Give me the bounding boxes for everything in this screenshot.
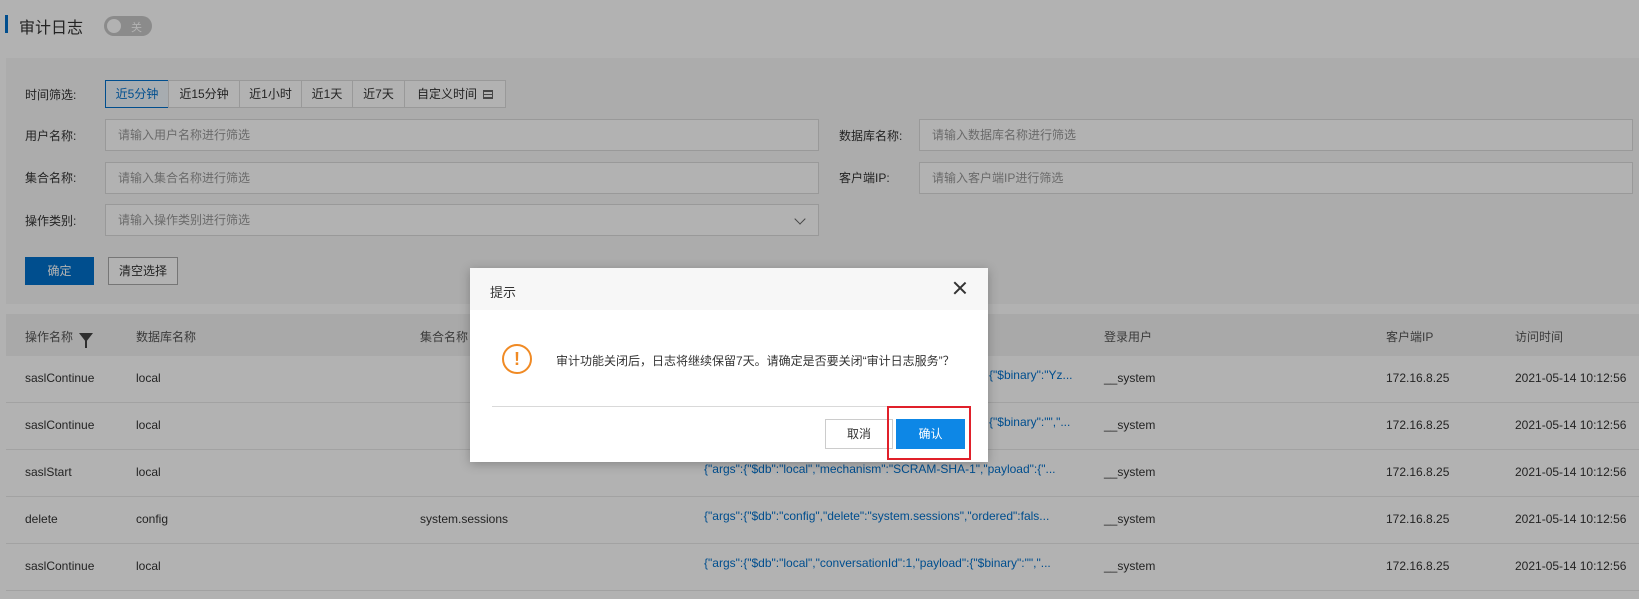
warning-icon: !: [502, 344, 532, 374]
cancel-button[interactable]: 取消: [825, 419, 893, 449]
highlight-box: [887, 406, 971, 460]
audit-log-page: 审计日志 关 时间筛选: 近5分钟 近15分钟 近1小时 近1天 近7天 自定义…: [0, 0, 1639, 599]
close-icon[interactable]: [952, 280, 968, 296]
dialog-header: 提示: [470, 268, 988, 310]
dialog-title: 提示: [490, 285, 517, 300]
dialog-message: 审计功能关闭后，日志将继续保留7天。请确定是否要关闭“审计日志服务”？: [556, 354, 955, 368]
